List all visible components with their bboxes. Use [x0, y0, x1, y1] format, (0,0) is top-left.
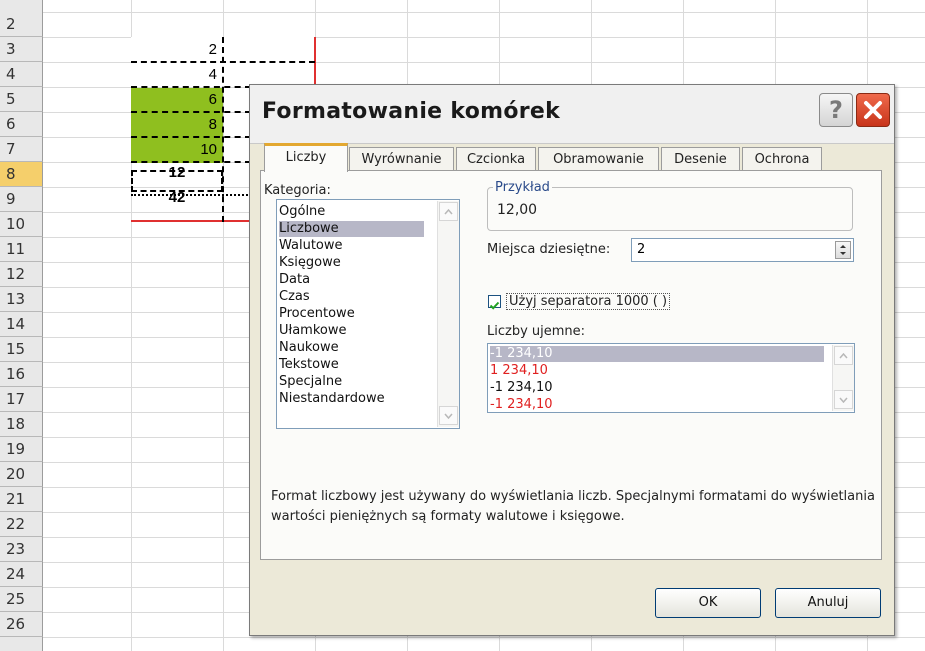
category-item[interactable]: Procentowe [279, 306, 355, 322]
row-header[interactable]: 13 [0, 287, 43, 312]
spin-up-icon [840, 245, 846, 248]
row-header[interactable]: 20 [0, 462, 43, 487]
cell-value[interactable]: 10 [131, 137, 223, 161]
cell-value[interactable]: 8 [131, 112, 223, 136]
row-header[interactable]: 7 [0, 137, 43, 162]
separator-label[interactable]: Użyj separatora 1000 ( ) [506, 293, 671, 310]
tab-wyrownanie[interactable]: Wyrównanie [349, 147, 454, 171]
help-button[interactable]: ? [819, 93, 853, 127]
format-cells-dialog: Formatowanie komórek ? Liczby Wyrównanie… [249, 84, 895, 636]
negative-format-item-selected[interactable]: -1 234,10 [490, 346, 824, 362]
row-header[interactable]: 9 [0, 187, 43, 212]
gridline [43, 637, 925, 638]
category-label: Kategoria: [264, 183, 331, 198]
tab-panel: Kategoria: Ogólne Liczbowe Walutowe Księ… [260, 170, 882, 560]
dialog-title: Formatowanie komórek [262, 99, 561, 124]
category-item[interactable]: Walutowe [279, 238, 343, 254]
cell-value[interactable]: 6 [131, 87, 223, 111]
tab-obramowanie[interactable]: Obramowanie [538, 147, 659, 171]
ok-button[interactable]: OK [655, 588, 761, 618]
scroll-down-button[interactable] [439, 406, 458, 425]
cell-value[interactable]: 4 [131, 62, 223, 86]
row-header[interactable]: 2 [0, 12, 43, 37]
negative-numbers-list[interactable]: -1 234,10 1 234,10 -1 234,10 -1 234,10 [487, 343, 855, 413]
row-header[interactable]: 4 [0, 62, 43, 87]
decimal-places-value: 2 [637, 242, 646, 257]
chevron-down-icon [839, 397, 848, 403]
close-button[interactable] [856, 93, 890, 127]
dialog-titlebar[interactable]: Formatowanie komórek ? [250, 85, 894, 144]
gridline [43, 12, 925, 13]
tab-ochrona[interactable]: Ochrona [742, 147, 822, 171]
negative-format-item[interactable]: -1 234,10 [490, 397, 553, 412]
decimal-places-label: Miejsca dziesiętne: [487, 242, 611, 257]
cell-value-bold[interactable]: 42 [131, 185, 223, 209]
separator-checkbox[interactable] [488, 295, 501, 310]
row-header[interactable]: 11 [0, 237, 43, 262]
red-border-bottom [131, 220, 251, 222]
row-header[interactable]: 18 [0, 412, 43, 437]
negative-numbers-label: Liczby ujemne: [487, 324, 586, 339]
row-header[interactable]: 12 [0, 262, 43, 287]
scroll-down-button[interactable] [834, 390, 853, 409]
category-item[interactable]: Czas [279, 289, 310, 305]
row-header[interactable]: 3 [0, 37, 43, 62]
scroll-up-button[interactable] [439, 202, 458, 221]
negative-format-item[interactable]: -1 234,10 [490, 380, 553, 396]
description-text: Format liczbowy jest używany do wyświetl… [271, 489, 875, 524]
row-header[interactable]: 6 [0, 112, 43, 137]
scroll-up-button[interactable] [834, 346, 853, 365]
row-header[interactable]: 26 [0, 612, 43, 637]
category-item[interactable]: Księgowe [279, 255, 341, 271]
row-header[interactable]: 21 [0, 487, 43, 512]
negative-format-item[interactable]: 1 234,10 [490, 363, 548, 379]
category-item[interactable]: Naukowe [279, 340, 339, 356]
cancel-button[interactable]: Anuluj [775, 588, 881, 618]
close-x-icon [864, 101, 882, 119]
sample-label: Przykład [493, 180, 552, 195]
decimal-spinner[interactable] [835, 241, 851, 259]
spin-down-icon [840, 252, 846, 255]
category-item-selected[interactable]: Liczbowe [279, 221, 424, 237]
row-header[interactable]: 25 [0, 587, 43, 612]
row-header[interactable]: 10 [0, 212, 43, 237]
tab-desenie[interactable]: Desenie [661, 147, 740, 171]
chevron-down-icon [444, 413, 453, 419]
checkmark-icon [489, 301, 500, 310]
row-header[interactable]: 15 [0, 337, 43, 362]
category-item[interactable]: Tekstowe [279, 357, 339, 373]
row-header[interactable]: 22 [0, 512, 43, 537]
row-header[interactable]: 14 [0, 312, 43, 337]
row-header[interactable]: 24 [0, 562, 43, 587]
cell-value-bold[interactable]: 12 [131, 160, 223, 184]
category-item[interactable]: Ogólne [279, 204, 325, 220]
category-list[interactable]: Ogólne Liczbowe Walutowe Księgowe Data C… [276, 199, 460, 429]
category-item[interactable]: Data [279, 272, 310, 288]
row-header[interactable]: 17 [0, 387, 43, 412]
negative-scrollbar[interactable] [832, 345, 854, 411]
sample-value: 12,00 [497, 202, 538, 218]
category-item[interactable]: Specjalne [279, 374, 342, 390]
decimal-places-input[interactable]: 2 [631, 238, 854, 262]
row-header[interactable]: 5 [0, 87, 43, 112]
row-header[interactable]: 16 [0, 362, 43, 387]
category-item[interactable]: Niestandardowe [279, 391, 385, 407]
chevron-up-icon [839, 352, 848, 358]
tab-czcionka[interactable]: Czcionka [456, 147, 536, 171]
question-icon: ? [829, 96, 843, 124]
cell-value[interactable]: 2 [131, 37, 223, 61]
category-scrollbar[interactable] [437, 201, 459, 427]
row-header-top [0, 0, 43, 12]
row-header-active[interactable]: 8 [0, 162, 43, 187]
category-item[interactable]: Ułamkowe [279, 323, 347, 339]
row-header[interactable]: 23 [0, 537, 43, 562]
tab-liczby[interactable]: Liczby [264, 143, 348, 172]
row-header[interactable]: 19 [0, 437, 43, 462]
row-header[interactable] [0, 637, 43, 651]
chevron-up-icon [444, 208, 453, 214]
